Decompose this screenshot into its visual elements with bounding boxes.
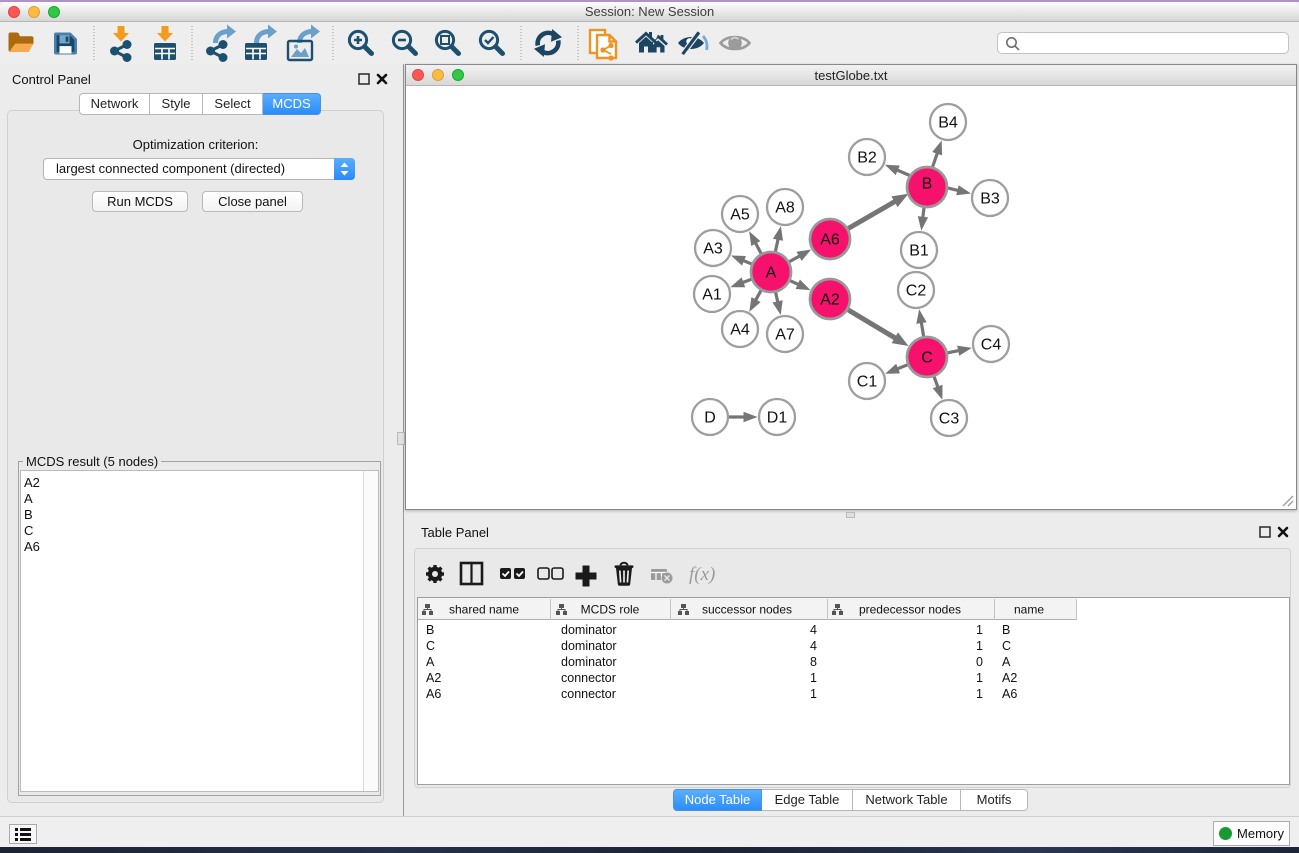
- svg-text:shared name: shared name: [449, 603, 519, 617]
- svg-text:A6: A6: [820, 232, 840, 249]
- svg-text:1: 1: [976, 639, 983, 653]
- svg-text:A: A: [766, 265, 777, 282]
- svg-text:C1: C1: [857, 374, 878, 391]
- svg-text:1: 1: [976, 671, 983, 685]
- svg-text:C: C: [1002, 639, 1011, 653]
- svg-text:1: 1: [976, 687, 983, 701]
- svg-text:connector: connector: [561, 671, 616, 685]
- svg-text:C4: C4: [981, 337, 1002, 354]
- svg-text:B4: B4: [938, 115, 958, 132]
- svg-text:predecessor nodes: predecessor nodes: [859, 603, 961, 617]
- svg-text:0: 0: [976, 655, 983, 669]
- svg-text:B: B: [922, 176, 933, 193]
- svg-text:A8: A8: [775, 200, 795, 217]
- svg-text:D1: D1: [767, 410, 788, 427]
- svg-text:name: name: [1014, 603, 1044, 617]
- svg-text:connector: connector: [561, 687, 616, 701]
- svg-text:D: D: [704, 410, 716, 427]
- svg-text:A2: A2: [426, 671, 441, 685]
- svg-text:A5: A5: [730, 207, 750, 224]
- svg-text:B: B: [426, 623, 434, 637]
- svg-text:B: B: [1002, 623, 1010, 637]
- svg-text:C3: C3: [939, 411, 960, 428]
- svg-text:4: 4: [810, 639, 817, 653]
- svg-text:A4: A4: [730, 322, 750, 339]
- svg-text:C2: C2: [906, 283, 927, 300]
- svg-text:dominator: dominator: [561, 655, 617, 669]
- svg-text:A: A: [1002, 655, 1011, 669]
- svg-text:f(x): f(x): [689, 564, 715, 585]
- svg-text:C: C: [921, 350, 933, 367]
- svg-text:B2: B2: [857, 150, 877, 167]
- svg-text:C: C: [426, 639, 435, 653]
- svg-text:A: A: [426, 655, 435, 669]
- svg-text:successor nodes: successor nodes: [702, 603, 792, 617]
- svg-text:4: 4: [810, 623, 817, 637]
- svg-text:A3: A3: [703, 241, 723, 258]
- svg-text:1: 1: [976, 623, 983, 637]
- svg-text:dominator: dominator: [561, 639, 617, 653]
- svg-text:A7: A7: [775, 327, 795, 344]
- svg-text:A6: A6: [1002, 687, 1017, 701]
- svg-text:1: 1: [810, 687, 817, 701]
- svg-text:B3: B3: [980, 191, 1000, 208]
- svg-text:B1: B1: [909, 243, 929, 260]
- svg-text:8: 8: [810, 655, 817, 669]
- svg-text:A1: A1: [702, 287, 722, 304]
- svg-text:dominator: dominator: [561, 623, 617, 637]
- svg-text:1: 1: [810, 671, 817, 685]
- svg-text:MCDS role: MCDS role: [581, 603, 640, 617]
- svg-text:A6: A6: [426, 687, 441, 701]
- svg-text:A2: A2: [1002, 671, 1017, 685]
- svg-text:A2: A2: [820, 292, 840, 309]
